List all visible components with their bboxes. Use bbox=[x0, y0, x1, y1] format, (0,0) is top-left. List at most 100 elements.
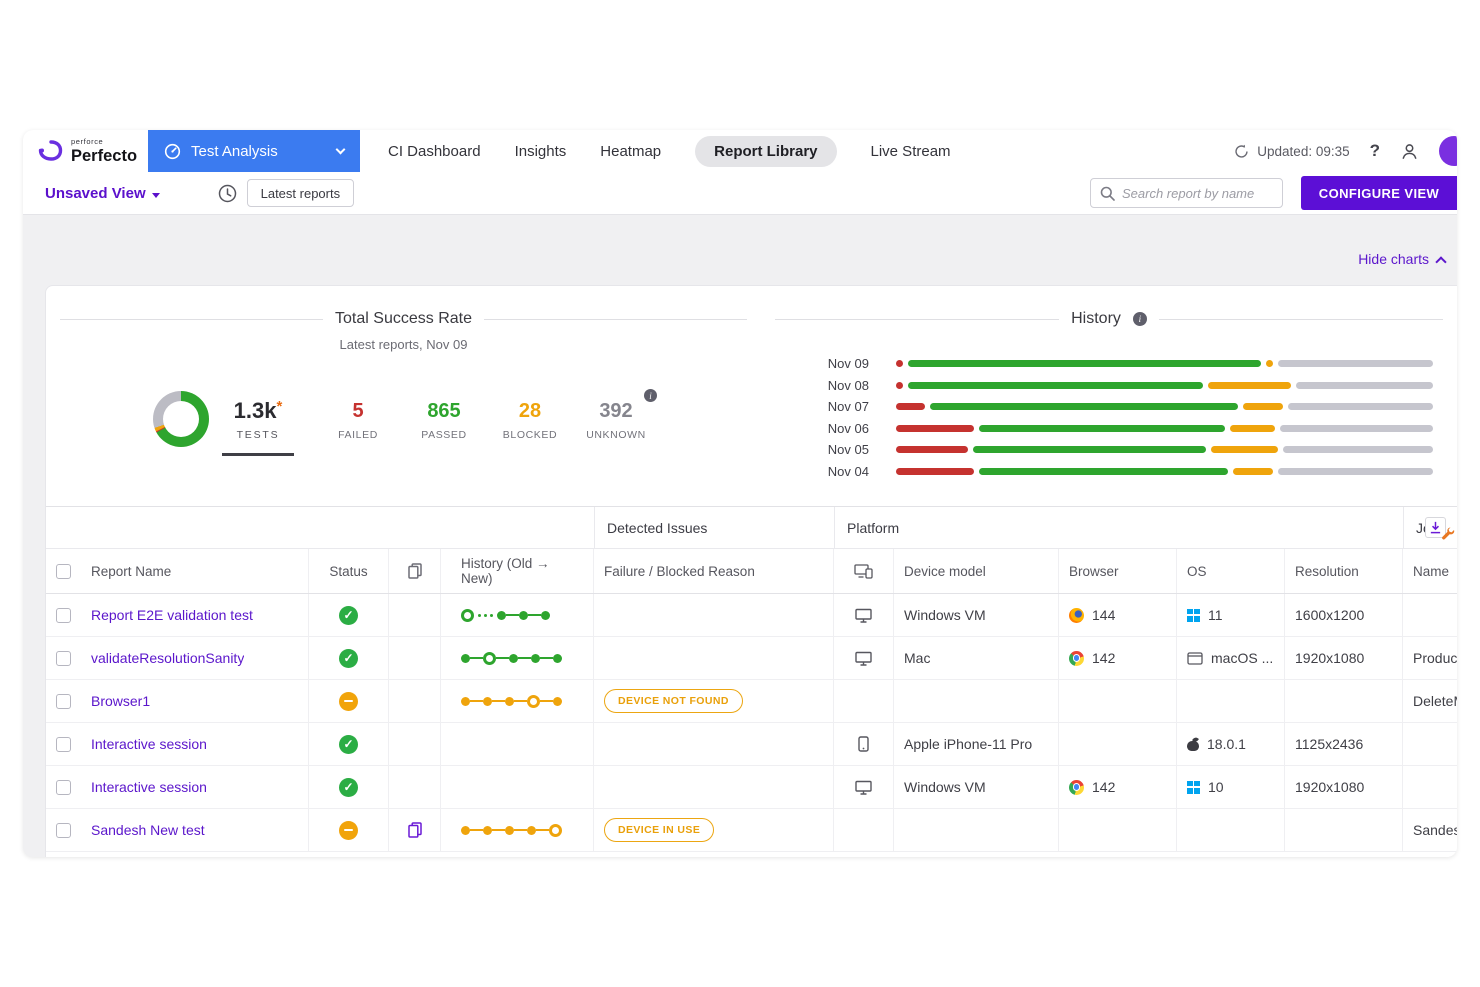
device-model-text: Windows VM bbox=[904, 779, 986, 795]
latest-reports-filter[interactable]: Latest reports bbox=[247, 179, 355, 207]
browser-cell bbox=[1059, 680, 1177, 722]
info-icon[interactable]: i bbox=[644, 389, 657, 402]
stat-label: PASSED bbox=[404, 429, 484, 441]
nav-item-report-library[interactable]: Report Library bbox=[695, 136, 836, 167]
search-input[interactable] bbox=[1122, 186, 1273, 201]
reports-table: Detected Issues Platform Job Report bbox=[46, 506, 1457, 852]
history-line bbox=[536, 829, 549, 831]
top-nav-right: Updated: 09:35 ? bbox=[1234, 136, 1457, 166]
history-segment-gray bbox=[1278, 360, 1433, 367]
stat-label: FAILED bbox=[318, 429, 398, 441]
history-segment-gray bbox=[1278, 468, 1433, 475]
report-name-link[interactable]: Interactive session bbox=[91, 736, 207, 752]
stat-label: BLOCKED bbox=[490, 429, 570, 441]
col-browser[interactable]: Browser bbox=[1059, 549, 1177, 593]
report-name-link[interactable]: Interactive session bbox=[91, 779, 207, 795]
devices-icon bbox=[854, 564, 873, 579]
desktop-icon bbox=[855, 651, 872, 666]
help-button[interactable]: ? bbox=[1370, 141, 1380, 161]
col-device-model[interactable]: Device model bbox=[894, 549, 1059, 593]
browser-cell: 142 bbox=[1059, 766, 1177, 808]
os-cell: macOS ... bbox=[1177, 637, 1285, 679]
stat-value: 865 bbox=[404, 400, 484, 423]
copy-icon[interactable] bbox=[408, 822, 422, 838]
chevron-down-icon bbox=[336, 144, 346, 154]
col-failure-reason[interactable]: Failure / Blocked Reason bbox=[594, 549, 834, 593]
clock-icon[interactable] bbox=[218, 184, 237, 203]
nav-item-ci-dashboard[interactable]: CI Dashboard bbox=[388, 143, 481, 160]
row-checkbox[interactable] bbox=[56, 608, 71, 623]
resolution-text: 1125x2436 bbox=[1295, 736, 1363, 752]
chrome-icon bbox=[1069, 651, 1084, 666]
status-cell: ✓ bbox=[309, 723, 389, 765]
row-checkbox[interactable] bbox=[56, 651, 71, 666]
history-segment-amber bbox=[1266, 360, 1273, 367]
history-ring bbox=[461, 609, 474, 622]
history-line bbox=[528, 614, 541, 616]
col-resolution[interactable]: Resolution bbox=[1285, 549, 1403, 593]
report-name-link[interactable]: Sandesh New test bbox=[91, 822, 205, 838]
device-type-cell bbox=[834, 680, 894, 722]
dash-glyph bbox=[344, 829, 353, 832]
row-check-cell bbox=[46, 594, 81, 636]
col-job-name[interactable]: Name bbox=[1403, 549, 1457, 593]
history-segment-green bbox=[979, 468, 1228, 475]
job-name-cell: Sandesh... bbox=[1403, 809, 1457, 851]
history-segment-gray bbox=[1283, 446, 1433, 453]
history-track bbox=[461, 609, 550, 622]
browser-cell bbox=[1059, 723, 1177, 765]
history-bar bbox=[896, 446, 1433, 453]
wrench-icon[interactable] bbox=[1441, 526, 1455, 540]
history-segment-gray bbox=[1296, 382, 1433, 389]
col-history[interactable]: History (Old → New) bbox=[441, 549, 594, 593]
history-ring bbox=[549, 824, 562, 837]
row-check-cell bbox=[46, 809, 81, 851]
app-menu-button[interactable]: Test Analysis bbox=[148, 130, 360, 172]
job-name-cell bbox=[1403, 766, 1457, 808]
view-name-dropdown[interactable]: Unsaved View bbox=[45, 185, 160, 202]
col-status[interactable]: Status bbox=[309, 549, 389, 593]
col-os[interactable]: OS bbox=[1177, 549, 1285, 593]
nav-item-live-stream[interactable]: Live Stream bbox=[871, 143, 951, 160]
sync-icon[interactable] bbox=[1234, 144, 1249, 159]
configure-view-button[interactable]: CONFIGURE VIEW bbox=[1301, 176, 1457, 210]
report-name-link[interactable]: Report E2E validation test bbox=[91, 607, 253, 623]
table-group-header: Detected Issues Platform Job bbox=[46, 507, 1457, 549]
history-line bbox=[470, 657, 483, 659]
history-bar bbox=[896, 360, 1433, 367]
row-checkbox[interactable] bbox=[56, 737, 71, 752]
history-bar bbox=[896, 468, 1433, 475]
windows-icon bbox=[1187, 609, 1200, 622]
history-date: Nov 07 bbox=[761, 399, 869, 414]
chevron-up-icon bbox=[1435, 256, 1446, 267]
avatar[interactable] bbox=[1439, 136, 1457, 166]
report-name-link[interactable]: validateResolutionSanity bbox=[91, 650, 244, 666]
user-icon[interactable] bbox=[1400, 142, 1419, 161]
info-icon[interactable]: i bbox=[1133, 312, 1147, 326]
device-model-cell: Windows VM bbox=[894, 766, 1059, 808]
report-name-link[interactable]: Browser1 bbox=[91, 693, 150, 709]
resolution-cell: 1125x2436 bbox=[1285, 723, 1403, 765]
select-all-checkbox[interactable] bbox=[56, 564, 71, 579]
row-checkbox[interactable] bbox=[56, 823, 71, 838]
nav-item-heatmap[interactable]: Heatmap bbox=[600, 143, 661, 160]
tests-total-label: TESTS bbox=[222, 429, 294, 441]
nav-item-insights[interactable]: Insights bbox=[515, 143, 567, 160]
history-row: Nov 09 bbox=[761, 353, 1433, 375]
col-report-name[interactable]: Report Name bbox=[81, 549, 309, 593]
history-dot bbox=[461, 654, 470, 663]
history-date: Nov 04 bbox=[761, 464, 869, 479]
hide-charts-link[interactable]: Hide charts bbox=[1358, 251, 1445, 267]
row-checkbox[interactable] bbox=[56, 780, 71, 795]
row-checkbox[interactable] bbox=[56, 694, 71, 709]
history-cell bbox=[441, 809, 594, 851]
status-passed-icon: ✓ bbox=[339, 649, 358, 668]
browser-cell: 142 bbox=[1059, 637, 1177, 679]
device-model-cell: Windows VM bbox=[894, 594, 1059, 636]
copy-cell bbox=[389, 766, 441, 808]
success-title-row: Total Success Rate bbox=[60, 310, 747, 328]
history-bar bbox=[896, 382, 1433, 389]
asterisk: * bbox=[276, 398, 282, 415]
history-title: History bbox=[1071, 310, 1121, 328]
history-row: Nov 06 bbox=[761, 418, 1433, 440]
